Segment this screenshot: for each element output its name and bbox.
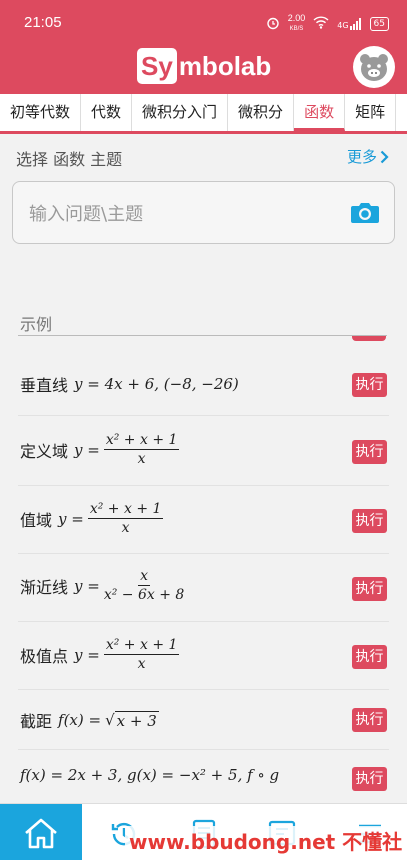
run-button[interactable]: 执行 — [352, 440, 387, 464]
sqrt-symbol: √ — [105, 711, 115, 729]
net-speed: 2.00 KB/S — [288, 14, 306, 34]
more-label: 更多 — [346, 148, 377, 166]
example-row-composition[interactable]: f(x) = 2x + 3, g(x) = −x² + 5, f ∘ g 执行 — [18, 750, 389, 802]
run-button[interactable]: 执行 — [352, 577, 387, 601]
wifi-icon — [313, 16, 329, 32]
example-row-vertical-line[interactable]: 垂直线 y = 4x + 6, (−8, −26) 执行 — [18, 348, 389, 416]
fraction-numerator: x² + x + 1 — [87, 501, 164, 519]
example-row-range[interactable]: 值域 y = x² + x + 1 x 执行 — [18, 486, 389, 554]
watermark-text: www.bbudong.net 不懂社区 — [125, 826, 407, 860]
logo-box: Sy — [137, 48, 177, 84]
fraction-denominator: x — [137, 451, 146, 467]
status-bar: 21:05 2.00 KB/S 4G 65 — [0, 0, 407, 44]
search-box — [12, 181, 395, 244]
example-name: 极值点 — [20, 646, 69, 666]
run-button[interactable]: 执行 — [352, 767, 387, 791]
battery-icon: 65 — [369, 17, 389, 31]
example-formula: y = x² + x + 1 x — [74, 432, 180, 467]
user-avatar-icon — [360, 54, 388, 81]
net-speed-unit: KB/S — [289, 26, 304, 32]
signal-icon: 4G — [337, 18, 361, 30]
fraction: x² + x + 1 x — [103, 432, 180, 467]
example-row-domain[interactable]: 定义域 y = x² + x + 1 x 执行 — [18, 416, 389, 486]
status-time: 21:05 — [24, 14, 62, 31]
run-button[interactable]: 执行 — [352, 645, 387, 669]
symbolab-logo: Sy mbolab — [137, 48, 271, 84]
topic-tabs: 初等代数 代数 微积分入门 微积分 函数 矩阵 — [0, 94, 407, 134]
example-name: 垂直线 — [20, 376, 69, 395]
tab-algebra[interactable]: 代数 — [81, 94, 133, 131]
nav-home[interactable] — [0, 804, 82, 860]
status-icons: 2.00 KB/S 4G 65 — [266, 14, 389, 34]
fraction-denominator: x² − 6x + 8 — [103, 587, 185, 603]
fraction: x² + x + 1 x — [103, 637, 180, 672]
fraction: x² + x + 1 x — [87, 501, 164, 536]
example-formula: f(x) = √ x + 3 — [58, 710, 159, 730]
formula-lhs: y = — [74, 440, 100, 459]
example-formula: f(x) = 2x + 3, g(x) = −x² + 5, f ∘ g — [20, 766, 280, 784]
search-input[interactable] — [29, 200, 329, 228]
formula-lhs: y = — [74, 645, 100, 664]
formula-lhs: f(x) = — [58, 711, 102, 729]
example-formula: y = x x² − 6x + 8 — [74, 568, 184, 603]
alarm-icon — [266, 16, 280, 33]
topic-select-title: 选择 函数 主题 — [16, 150, 123, 169]
logo-text: mbolab — [178, 50, 272, 81]
square-root: √ x + 3 — [105, 710, 159, 730]
fraction-numerator: x² + x + 1 — [103, 432, 180, 450]
avatar[interactable] — [353, 46, 395, 88]
run-button[interactable]: 执行 — [352, 509, 387, 533]
fraction-denominator: x — [121, 520, 130, 536]
more-link[interactable]: 更多 — [347, 146, 389, 167]
tab-calculus[interactable]: 微积分 — [228, 94, 295, 131]
signal-label: 4G — [337, 21, 349, 30]
example-name: 截距 — [20, 712, 53, 731]
formula-lhs: y = — [58, 509, 84, 528]
scroll-cutoff-button — [352, 336, 386, 341]
home-icon — [25, 818, 57, 848]
chevron-right-icon — [380, 150, 389, 163]
formula-lhs: y = — [74, 576, 100, 595]
fraction-numerator: x — [138, 568, 151, 586]
example-name: 定义域 — [20, 441, 69, 461]
net-speed-value: 2.00 — [287, 13, 306, 23]
example-row-intercepts[interactable]: 截距 f(x) = √ x + 3 执行 — [18, 690, 389, 750]
example-row-extreme-points[interactable]: 极值点 y = x² + x + 1 x 执行 — [18, 622, 389, 690]
example-name: 值域 — [20, 510, 53, 530]
run-button[interactable]: 执行 — [352, 708, 387, 732]
app-header: Sy mbolab — [0, 44, 407, 94]
examples-heading: 示例 — [20, 315, 53, 334]
tab-pre-calculus[interactable]: 微积分入门 — [132, 94, 229, 131]
tab-elementary-algebra[interactable]: 初等代数 — [0, 94, 82, 131]
run-button[interactable]: 执行 — [352, 373, 387, 397]
example-formula: y = x² + x + 1 x — [58, 501, 164, 536]
fraction: x x² − 6x + 8 — [104, 568, 184, 603]
tab-functions[interactable]: 函数 — [294, 94, 346, 131]
sqrt-radicand: x + 3 — [114, 710, 159, 730]
fraction-denominator: x — [137, 656, 146, 672]
example-formula: y = 4x + 6, (−8, −26) — [74, 375, 239, 393]
fraction-numerator: x² + x + 1 — [103, 637, 180, 655]
camera-icon[interactable] — [350, 201, 380, 229]
tab-matrices[interactable]: 矩阵 — [345, 94, 397, 131]
example-formula: y = x² + x + 1 x — [74, 637, 180, 672]
example-name: 渐近线 — [20, 577, 69, 597]
example-row-asymptotes[interactable]: 渐近线 y = x x² − 6x + 8 执行 — [18, 554, 389, 622]
examples-divider — [18, 335, 387, 336]
